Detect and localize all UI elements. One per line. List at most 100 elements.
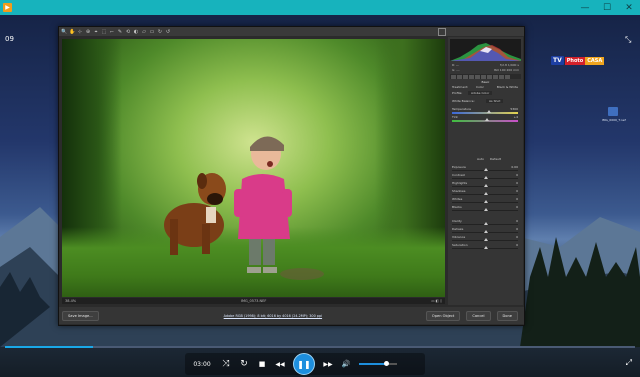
slider-value[interactable]: 0 xyxy=(516,227,518,231)
slider-value[interactable]: 0 xyxy=(516,189,518,193)
toolbar-tool-icon[interactable]: ⌖ xyxy=(93,29,99,35)
panel-tabs[interactable] xyxy=(450,74,521,79)
slider-saturation[interactable]: Saturation 0 xyxy=(450,243,521,252)
close-button[interactable]: ✕ xyxy=(618,0,640,15)
tab-basic-icon[interactable] xyxy=(451,74,456,79)
slider-label: Tint xyxy=(452,115,458,119)
slider-value[interactable]: 0 xyxy=(516,173,518,177)
volume-icon[interactable]: 🔊 xyxy=(337,360,355,368)
volume-slider[interactable] xyxy=(359,361,397,366)
tab-snapshots-icon[interactable] xyxy=(505,74,510,79)
slider-knob[interactable] xyxy=(484,230,488,233)
slider-value[interactable]: 0 xyxy=(516,235,518,239)
toolbar-tool-icon[interactable]: ⊕ xyxy=(85,29,91,35)
toolbar-tool-icon[interactable]: ⌐ xyxy=(109,29,115,35)
stop-icon[interactable]: ■ xyxy=(253,360,271,368)
slider-value[interactable]: 0 xyxy=(516,219,518,223)
slider-blacks[interactable]: Blacks 0 xyxy=(450,205,521,214)
toolbar-tool-icon[interactable]: ▱ xyxy=(141,29,147,35)
minimize-button[interactable]: — xyxy=(574,0,596,15)
treatment-bw-radio[interactable]: Black & White xyxy=(497,85,518,89)
open-object-button[interactable]: Open Object xyxy=(425,310,461,321)
slider-label: Saturation xyxy=(452,243,468,247)
toolbar-tool-icon[interactable]: ↻ xyxy=(157,29,163,35)
slider-label: Blacks xyxy=(452,205,462,209)
slider-label: Clarity xyxy=(452,219,462,223)
default-button[interactable]: Default xyxy=(490,157,501,161)
collapse-icon[interactable]: ⤡ xyxy=(625,35,634,44)
slider-value[interactable]: 0 xyxy=(516,197,518,201)
tab-lens-icon[interactable] xyxy=(481,74,486,79)
image-preview[interactable] xyxy=(62,39,445,297)
slider-knob[interactable] xyxy=(484,222,488,225)
toolbar-tool-icon[interactable]: ✎ xyxy=(117,29,123,35)
slider-value[interactable]: 5300 xyxy=(510,107,518,111)
maximize-button[interactable]: ☐ xyxy=(596,0,618,15)
slider-label: Contrast xyxy=(452,173,465,177)
exif-readout: f/2.8 1/400 s ISO 100 200 mm xyxy=(493,63,519,72)
treatment-row[interactable]: Treatment: Color Black & White xyxy=(450,85,521,90)
next-icon[interactable]: ▶▶ xyxy=(319,361,337,368)
toolbar-tool-icon[interactable]: 🔍 xyxy=(61,29,67,35)
toolbar-tool-icon[interactable]: ⬚ xyxy=(101,29,107,35)
toolbar-tool-icon[interactable]: ✋ xyxy=(69,29,75,35)
slider-value[interactable]: 0.00 xyxy=(511,165,518,169)
tab-calibration-icon[interactable] xyxy=(493,74,498,79)
tab-split-icon[interactable] xyxy=(475,74,480,79)
slider-knob[interactable] xyxy=(484,200,488,203)
repeat-icon[interactable]: ↻ xyxy=(235,359,253,369)
file-icon[interactable] xyxy=(608,107,618,116)
cancel-button[interactable]: Cancel xyxy=(466,310,491,321)
white-balance-select[interactable]: As Shot xyxy=(486,99,504,103)
player-controls: 03:00 ⤨ ↻ ■ ◀◀ ❚❚ ▶▶ 🔊 xyxy=(185,353,425,375)
tab-effects-icon[interactable] xyxy=(487,74,492,79)
slider-tint[interactable]: Tint +4 xyxy=(450,115,521,124)
treatment-color-radio[interactable]: Color xyxy=(476,85,484,89)
slider-value[interactable]: +4 xyxy=(514,115,518,119)
slider-value[interactable]: 0 xyxy=(516,243,518,247)
toolbar-tool-icon[interactable]: ⊹ xyxy=(77,29,83,35)
shuffle-icon[interactable]: ⤨ xyxy=(217,359,235,369)
title-bar: ▶ — ☐ ✕ xyxy=(0,0,640,15)
slider-knob[interactable] xyxy=(487,110,492,113)
done-button[interactable]: Done xyxy=(496,310,518,321)
volume-knob[interactable] xyxy=(384,361,390,366)
tab-curve-icon[interactable] xyxy=(457,74,462,79)
slider-knob[interactable] xyxy=(484,192,488,195)
zoom-level[interactable]: 38.4% xyxy=(65,299,76,303)
tab-detail-icon[interactable] xyxy=(463,74,468,79)
toolbar-tool-icon[interactable]: ↺ xyxy=(165,29,171,35)
slider-knob[interactable] xyxy=(484,208,488,211)
toolbar-tool-icon[interactable]: ▭ xyxy=(149,29,155,35)
save-image-button[interactable]: Save Image... xyxy=(62,310,99,321)
previous-icon[interactable]: ◀◀ xyxy=(271,361,289,368)
auto-button[interactable]: Auto xyxy=(477,157,484,161)
filename: IMG_0573.NEF xyxy=(240,299,267,303)
slider-knob[interactable] xyxy=(485,118,490,121)
profile-select[interactable]: Adobe Color xyxy=(468,91,493,95)
seek-bar[interactable] xyxy=(5,346,635,348)
slider-knob[interactable] xyxy=(484,168,488,171)
slider-knob[interactable] xyxy=(484,176,488,179)
white-balance-row[interactable]: White Balance: As Shot xyxy=(450,99,521,104)
pause-button[interactable]: ❚❚ xyxy=(293,353,315,375)
toolbar-tool-icon[interactable]: ⟲ xyxy=(125,29,131,35)
profile-row[interactable]: Profile: Adobe Color xyxy=(450,91,521,96)
toolbar-tool-icon[interactable]: ◐ xyxy=(133,29,139,35)
view-mode-buttons[interactable]: ▭ ◧ ▯ xyxy=(431,299,442,303)
logo-photo: Photo xyxy=(564,56,586,65)
tab-hsl-icon[interactable] xyxy=(469,74,474,79)
slider-knob[interactable] xyxy=(484,238,488,241)
fullscreen-toggle-icon[interactable] xyxy=(438,28,446,36)
slider-knob[interactable] xyxy=(484,246,488,249)
slider-value[interactable]: 0 xyxy=(516,205,518,209)
desktop-file-label[interactable]: IMG_0000_T.nef xyxy=(602,118,626,122)
slider-value[interactable]: 0 xyxy=(516,181,518,185)
slider-knob[interactable] xyxy=(484,184,488,187)
photo-subjects xyxy=(164,136,324,280)
fullscreen-icon[interactable]: ⤢ xyxy=(626,358,632,368)
tab-presets-icon[interactable] xyxy=(499,74,504,79)
workflow-options-link[interactable]: Adobe RGB (1998); 8 bit; 6016 by 4016 (2… xyxy=(224,314,322,318)
slider-track[interactable] xyxy=(452,112,518,114)
rgb-readout: R: --- G: --- xyxy=(452,63,460,72)
